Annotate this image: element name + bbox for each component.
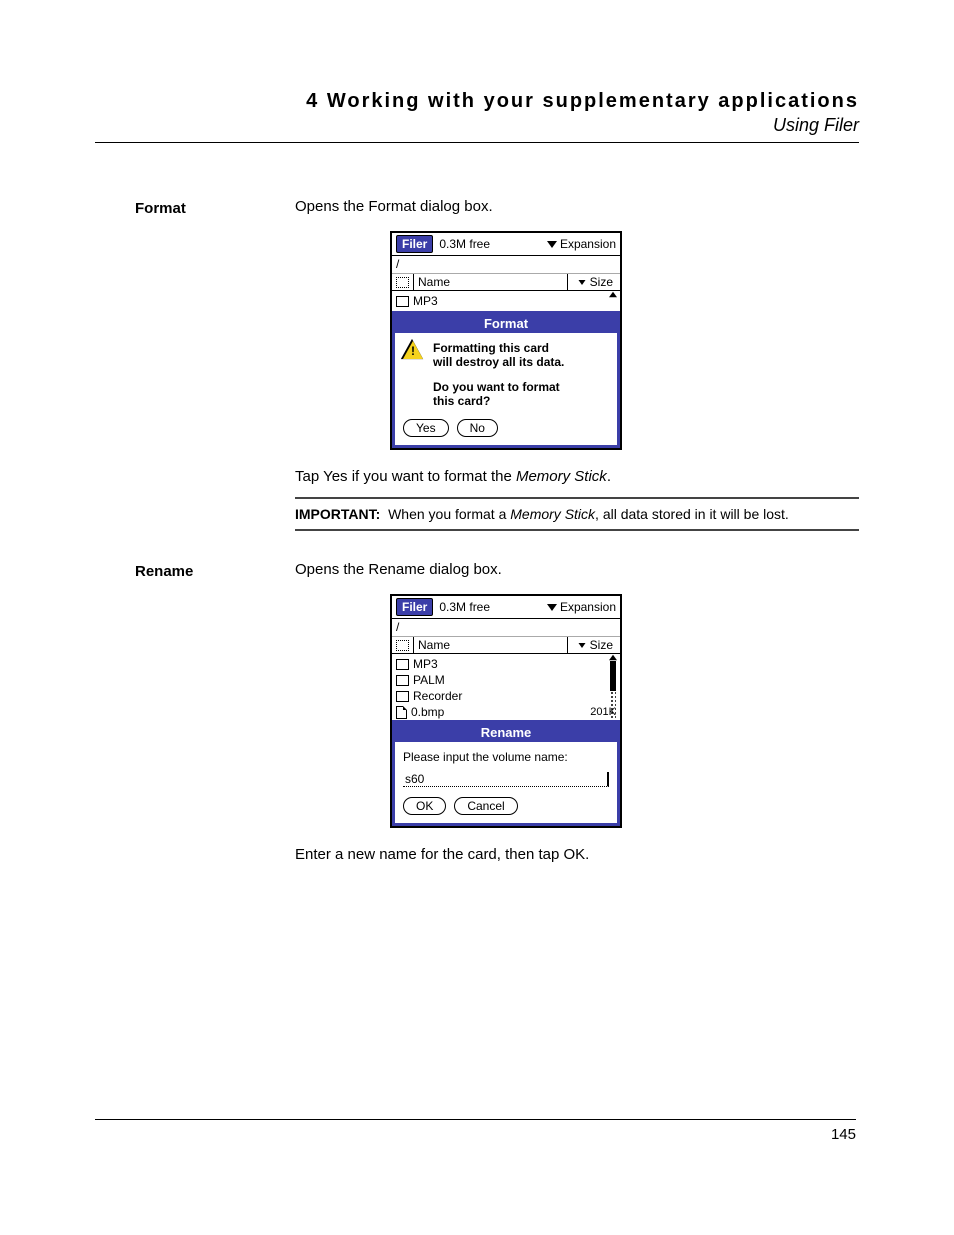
sort-icon bbox=[578, 280, 585, 285]
file-name: MP3 bbox=[413, 657, 572, 671]
format-screenshot: Filer 0.3M free Expansion / Name Size bbox=[390, 231, 622, 450]
name-header[interactable]: Name bbox=[413, 274, 568, 290]
free-space: 0.3M free bbox=[439, 600, 490, 614]
chevron-down-icon bbox=[547, 604, 557, 611]
list-item[interactable]: Recorder bbox=[396, 688, 616, 704]
expansion-label: Expansion bbox=[560, 600, 616, 614]
yes-button[interactable]: Yes bbox=[403, 419, 449, 437]
format-instruction: Tap Yes if you want to format the Memory… bbox=[295, 468, 859, 485]
rename-screenshot: Filer 0.3M free Expansion / Name Size bbox=[390, 594, 622, 828]
confirm-question: Do you want to format this card? bbox=[433, 380, 609, 409]
free-space: 0.3M free bbox=[439, 237, 490, 251]
scrollbar[interactable] bbox=[608, 654, 618, 720]
warning-text: Formatting this card will destroy all it… bbox=[433, 341, 564, 370]
header-rule bbox=[95, 142, 859, 143]
format-desc: Opens the Format dialog box. bbox=[295, 198, 859, 215]
rename-label: Rename bbox=[135, 561, 295, 873]
dialog-title: Format bbox=[395, 314, 617, 333]
rename-dialog: Rename Please input the volume name: s60… bbox=[392, 720, 620, 826]
no-button[interactable]: No bbox=[457, 419, 498, 437]
folder-icon bbox=[396, 296, 409, 307]
folder-icon bbox=[396, 675, 409, 686]
list-item[interactable]: PALM bbox=[396, 672, 616, 688]
file-icon bbox=[396, 706, 407, 719]
name-header[interactable]: Name bbox=[413, 637, 568, 653]
folder-icon bbox=[396, 659, 409, 670]
scroll-up-icon bbox=[609, 292, 617, 298]
size-header[interactable]: Size bbox=[572, 638, 616, 652]
format-dialog: Format ! Formatting this card will destr… bbox=[392, 311, 620, 448]
footer-rule bbox=[95, 1119, 856, 1120]
list-item[interactable]: 0.bmp 201K bbox=[396, 704, 616, 720]
sort-icon bbox=[578, 643, 585, 648]
expansion-label: Expansion bbox=[560, 237, 616, 251]
chevron-down-icon bbox=[547, 241, 557, 248]
important-note: IMPORTANT: When you format a Memory Stic… bbox=[295, 497, 859, 532]
ok-button[interactable]: OK bbox=[403, 797, 446, 815]
expansion-dropdown[interactable]: Expansion bbox=[547, 237, 616, 251]
chapter-title: 4 Working with your supplementary applic… bbox=[135, 90, 859, 113]
format-label: Format bbox=[135, 198, 295, 531]
rename-instruction: Enter a new name for the card, then tap … bbox=[295, 846, 859, 863]
warning-icon: ! bbox=[403, 341, 423, 359]
scrollbar[interactable] bbox=[608, 291, 618, 311]
size-header[interactable]: Size bbox=[572, 275, 616, 289]
path-bar: / bbox=[392, 256, 620, 274]
rename-prompt: Please input the volume name: bbox=[403, 750, 609, 764]
folder-icon bbox=[396, 691, 409, 702]
list-item[interactable]: MP3 bbox=[396, 293, 616, 309]
file-name: 0.bmp bbox=[411, 705, 572, 719]
file-name: PALM bbox=[413, 673, 572, 687]
app-label: Filer bbox=[396, 598, 433, 616]
list-item[interactable]: MP3 bbox=[396, 656, 616, 672]
app-label: Filer bbox=[396, 235, 433, 253]
dialog-title: Rename bbox=[395, 723, 617, 742]
cancel-button[interactable]: Cancel bbox=[454, 797, 517, 815]
rename-desc: Opens the Rename dialog box. bbox=[295, 561, 859, 578]
file-name: Recorder bbox=[413, 689, 572, 703]
scroll-up-icon bbox=[609, 655, 617, 661]
volume-name-input[interactable]: s60 bbox=[403, 772, 609, 787]
select-all-icon[interactable] bbox=[396, 277, 409, 288]
expansion-dropdown[interactable]: Expansion bbox=[547, 600, 616, 614]
section-title: Using Filer bbox=[135, 115, 859, 136]
path-bar: / bbox=[392, 619, 620, 637]
file-name: MP3 bbox=[413, 294, 616, 308]
select-all-icon[interactable] bbox=[396, 640, 409, 651]
page-number: 145 bbox=[831, 1126, 856, 1143]
